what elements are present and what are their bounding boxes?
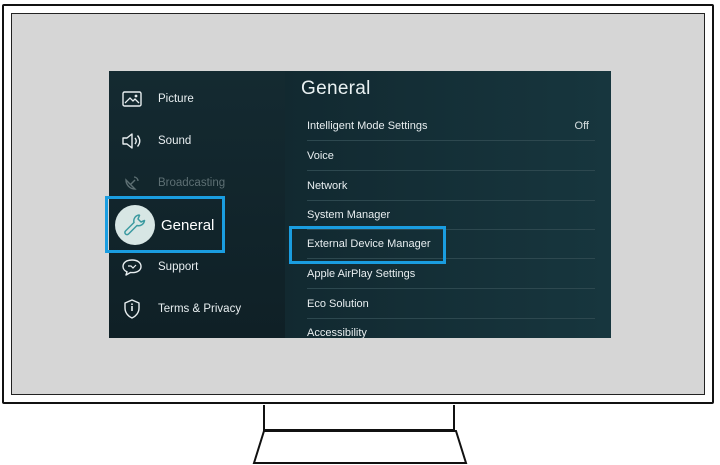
sidebar-item-broadcasting: Broadcasting: [109, 167, 285, 199]
tv-stand-base: [252, 430, 468, 464]
satellite-icon: [121, 172, 143, 194]
speaker-icon: [121, 130, 143, 152]
menu-item-apple-airplay-settings[interactable]: Apple AirPlay Settings: [307, 260, 595, 289]
menu-item-accessibility[interactable]: Accessibility: [307, 319, 595, 338]
general-settings-panel: General Intelligent Mode Settings Off Vo…: [285, 71, 611, 338]
sidebar-item-terms-privacy[interactable]: Terms & Privacy: [109, 293, 285, 325]
picture-icon: [121, 88, 143, 110]
sidebar-item-picture[interactable]: Picture: [109, 83, 285, 115]
menu-item-voice[interactable]: Voice: [307, 142, 595, 171]
sidebar-item-sound[interactable]: Sound: [109, 125, 285, 157]
menu-item-label: Apple AirPlay Settings: [307, 268, 416, 280]
tv-stand-neck: [263, 405, 455, 431]
sidebar-item-label: Sound: [158, 135, 192, 147]
menu-item-label: Accessibility: [307, 327, 367, 338]
sidebar-item-label: Picture: [158, 93, 194, 105]
sidebar-item-support[interactable]: Support: [109, 251, 285, 283]
menu-item-eco-solution[interactable]: Eco Solution: [307, 290, 595, 319]
sidebar-item-label: Support: [158, 261, 199, 273]
menu-item-label: Intelligent Mode Settings: [307, 120, 428, 132]
menu-item-value: Off: [574, 120, 589, 132]
menu-item-label: System Manager: [307, 209, 391, 221]
menu-item-label: Network: [307, 180, 348, 192]
menu-item-label: Voice: [307, 150, 334, 162]
sidebar-item-label: Broadcasting: [158, 177, 226, 189]
highlight-box-general: [105, 196, 225, 253]
support-chat-icon: [121, 256, 143, 278]
menu-item-network[interactable]: Network: [307, 172, 595, 201]
menu-item-intelligent-mode-settings[interactable]: Intelligent Mode Settings Off: [307, 112, 595, 141]
highlight-box-external-device-manager: [289, 226, 446, 264]
sidebar-item-label: Terms & Privacy: [158, 303, 242, 315]
menu-item-label: Eco Solution: [307, 298, 369, 310]
shield-icon: [121, 298, 143, 320]
page-title: General: [301, 78, 371, 99]
